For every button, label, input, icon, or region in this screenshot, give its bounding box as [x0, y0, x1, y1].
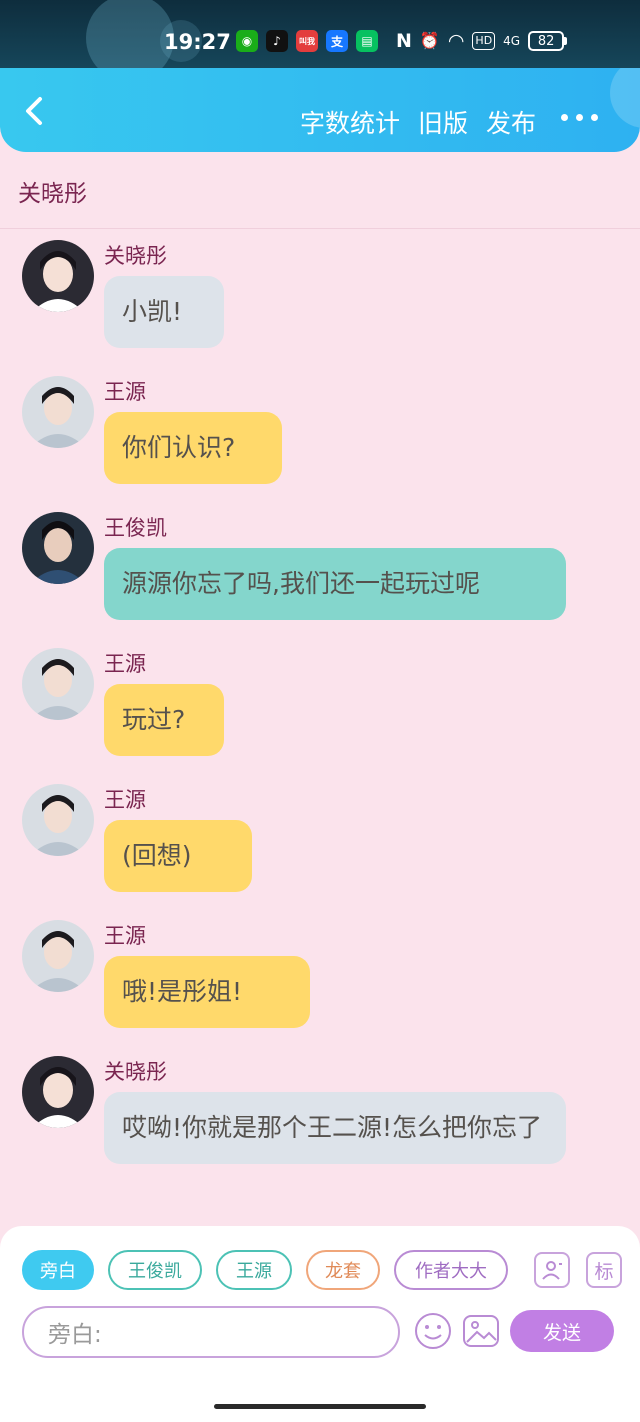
role-chip-extra[interactable]: 龙套 [306, 1250, 380, 1290]
status-icons: ◉ ♪ 叫我 支 ▤ N ⏰ ◠ HD 4G 82 [236, 30, 568, 52]
tag-button[interactable]: 标 [586, 1252, 622, 1288]
emoji-icon[interactable] [414, 1312, 452, 1350]
role-chip-author[interactable]: 作者大大 [394, 1250, 508, 1290]
back-arrow-icon[interactable] [18, 94, 52, 128]
header-actions: 字数统计 旧版 发布 [300, 104, 536, 140]
male-avatar-light[interactable] [22, 376, 94, 448]
sender-name: 王源 [104, 924, 146, 948]
male-avatar-light[interactable] [22, 784, 94, 856]
app-icon: 叫我 [296, 30, 318, 52]
wifi-icon: ◠ [447, 30, 465, 52]
decor-bubble [610, 68, 640, 128]
message-bubble[interactable]: 哎呦!你就是那个王二源!怎么把你忘了 [104, 1092, 566, 1164]
add-character-icon[interactable] [534, 1252, 570, 1288]
input-panel: 旁白 王俊凯 王源 龙套 作者大大 标 旁白: 发送 [0, 1226, 640, 1422]
status-bar: 19:27 ◉ ♪ 叫我 支 ▤ N ⏰ ◠ HD 4G 82 [0, 0, 640, 68]
nfc-icon: N [396, 30, 412, 52]
message-bubble[interactable]: 玩过? [104, 684, 224, 756]
hd-icon: HD [472, 32, 496, 50]
male-avatar-dark[interactable] [22, 512, 94, 584]
female-avatar[interactable] [22, 240, 94, 312]
word-count-button[interactable]: 字数统计 [300, 104, 400, 140]
alipay-icon: 支 [326, 30, 348, 52]
role-chip-wang-junkai[interactable]: 王俊凯 [108, 1250, 202, 1290]
male-avatar-light[interactable] [22, 648, 94, 720]
signal-icon: 4G [503, 34, 521, 48]
wechat-icon: ◉ [236, 30, 258, 52]
sender-name: 王源 [104, 380, 146, 404]
message-bubble[interactable]: (回想) [104, 820, 252, 892]
battery-level: 82 [528, 31, 565, 51]
female-avatar[interactable] [22, 1056, 94, 1128]
sender-name: 王源 [104, 652, 146, 676]
divider [0, 228, 640, 229]
message-bubble[interactable]: 哦!是彤姐! [104, 956, 310, 1028]
chat-title: 关晓彤 [18, 181, 87, 207]
message-input[interactable]: 旁白: [22, 1306, 400, 1358]
sender-name: 王俊凯 [104, 516, 167, 540]
message-bubble[interactable]: 小凯! [104, 276, 224, 348]
sender-name: 关晓彤 [104, 1060, 167, 1084]
image-icon[interactable] [462, 1312, 500, 1350]
message-icon: ▤ [356, 30, 378, 52]
old-version-button[interactable]: 旧版 [418, 104, 468, 140]
role-chip-narrator[interactable]: 旁白 [22, 1250, 94, 1290]
message-bubble[interactable]: 你们认识? [104, 412, 282, 484]
send-button[interactable]: 发送 [510, 1310, 614, 1352]
message-bubble[interactable]: 源源你忘了吗,我们还一起玩过呢 [104, 548, 566, 620]
status-time: 19:27 [164, 30, 231, 54]
tiktok-icon: ♪ [266, 30, 288, 52]
more-icon[interactable] [561, 114, 598, 121]
alarm-icon: ⏰ [419, 31, 440, 50]
sender-name: 关晓彤 [104, 244, 167, 268]
battery-icon: 82 [528, 31, 568, 51]
home-indicator[interactable] [214, 1404, 426, 1409]
app-header: 字数统计 旧版 发布 [0, 68, 640, 152]
publish-button[interactable]: 发布 [486, 104, 536, 140]
sender-name: 王源 [104, 788, 146, 812]
male-avatar-light[interactable] [22, 920, 94, 992]
role-chip-wang-yuan[interactable]: 王源 [216, 1250, 292, 1290]
